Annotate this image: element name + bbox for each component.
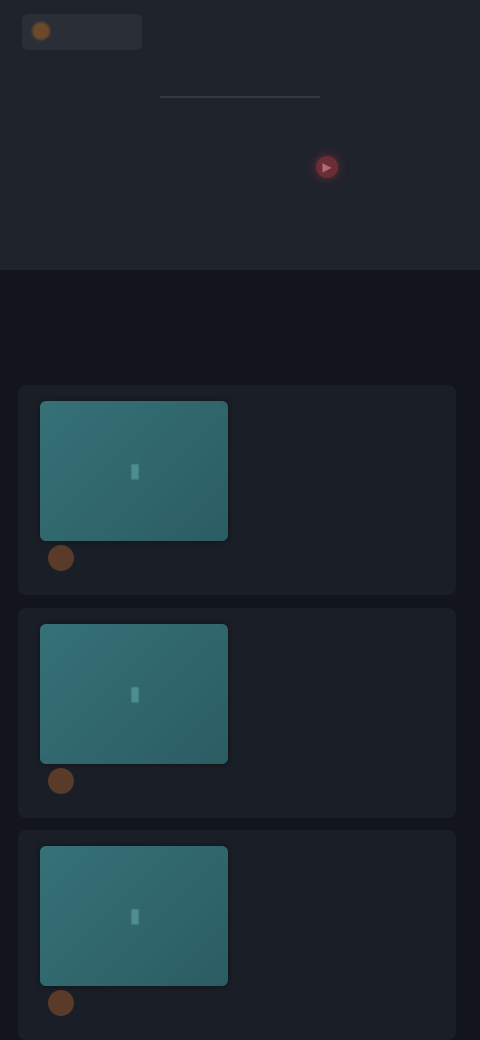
- author-avatar: [48, 768, 74, 794]
- content-area: ▮ ▮ ▮: [0, 270, 480, 1040]
- author-avatar: [48, 990, 74, 1016]
- thumbnail-play-icon: ▮: [129, 905, 141, 927]
- author-avatar: [48, 545, 74, 571]
- play-icon: ▶: [316, 156, 338, 178]
- section-heading: [34, 302, 164, 346]
- video-thumbnail[interactable]: ▮: [40, 624, 228, 764]
- video-card[interactable]: ▮: [18, 830, 456, 1040]
- logo-icon: [32, 22, 50, 40]
- thumbnail-play-icon: ▮: [129, 460, 141, 482]
- header-action-button[interactable]: ▶: [316, 150, 480, 184]
- video-card[interactable]: ▮: [18, 608, 456, 818]
- video-thumbnail[interactable]: ▮: [40, 846, 228, 986]
- app-logo[interactable]: [22, 14, 142, 50]
- thumbnail-play-icon: ▮: [129, 683, 141, 705]
- page-header: ▶: [0, 110, 480, 270]
- video-thumbnail[interactable]: ▮: [40, 401, 228, 541]
- top-bar: [0, 0, 480, 110]
- video-card[interactable]: ▮: [18, 385, 456, 595]
- nav-tab-active[interactable]: [160, 70, 320, 98]
- nav-link[interactable]: [22, 70, 132, 96]
